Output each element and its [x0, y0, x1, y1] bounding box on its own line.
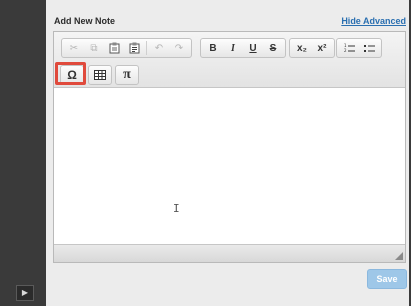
hide-advanced-link[interactable]: Hide Advanced	[341, 16, 406, 26]
rich-text-editor: ✂ ⧉ ↶ ↷ B I U S x₂ x² 1 2 Ω π I	[53, 31, 406, 263]
math-icon[interactable]: π	[117, 66, 137, 84]
superscript-icon[interactable]: x²	[312, 39, 332, 57]
underline-icon[interactable]: U	[243, 39, 263, 57]
math-group: π	[115, 65, 139, 85]
paste-text-icon[interactable]	[124, 39, 144, 57]
copy-icon[interactable]: ⧉	[84, 39, 104, 57]
play-icon: ▶	[21, 288, 29, 297]
note-panel: Add New Note Hide Advanced ✂ ⧉ ↶ ↷ B I U	[46, 0, 411, 306]
cut-icon[interactable]: ✂	[64, 39, 84, 57]
editor-body[interactable]: I	[54, 89, 405, 244]
redo-icon[interactable]: ↷	[169, 39, 189, 57]
numbered-list-icon[interactable]: 12	[339, 39, 359, 57]
save-button[interactable]: Save	[367, 269, 407, 289]
bold-icon[interactable]: B	[203, 39, 223, 57]
expand-sidebar-button[interactable]: ▶	[16, 285, 34, 301]
strikethrough-icon[interactable]: S	[263, 39, 283, 57]
toolbar-separator	[146, 41, 147, 55]
table-group	[88, 65, 112, 85]
page-title: Add New Note	[54, 16, 116, 26]
undo-icon[interactable]: ↶	[149, 39, 169, 57]
bullet-list-icon[interactable]	[359, 39, 379, 57]
list-group: 12	[336, 38, 382, 58]
resize-handle-icon[interactable]	[395, 252, 403, 260]
special-character-highlight	[55, 62, 86, 85]
clipboard-group: ✂ ⧉ ↶ ↷	[61, 38, 192, 58]
sidebar: ▶	[0, 0, 46, 306]
text-style-group: B I U S	[200, 38, 286, 58]
editor-statusbar	[54, 244, 405, 262]
subscript-icon[interactable]: x₂	[292, 39, 312, 57]
text-cursor-icon: I	[173, 202, 180, 215]
script-group: x₂ x²	[289, 38, 335, 58]
italic-icon[interactable]: I	[223, 39, 243, 57]
editor-toolbar: ✂ ⧉ ↶ ↷ B I U S x₂ x² 1 2 Ω π	[54, 32, 405, 88]
svg-text:2: 2	[344, 48, 347, 53]
table-icon[interactable]	[90, 66, 110, 84]
paste-icon[interactable]	[104, 39, 124, 57]
